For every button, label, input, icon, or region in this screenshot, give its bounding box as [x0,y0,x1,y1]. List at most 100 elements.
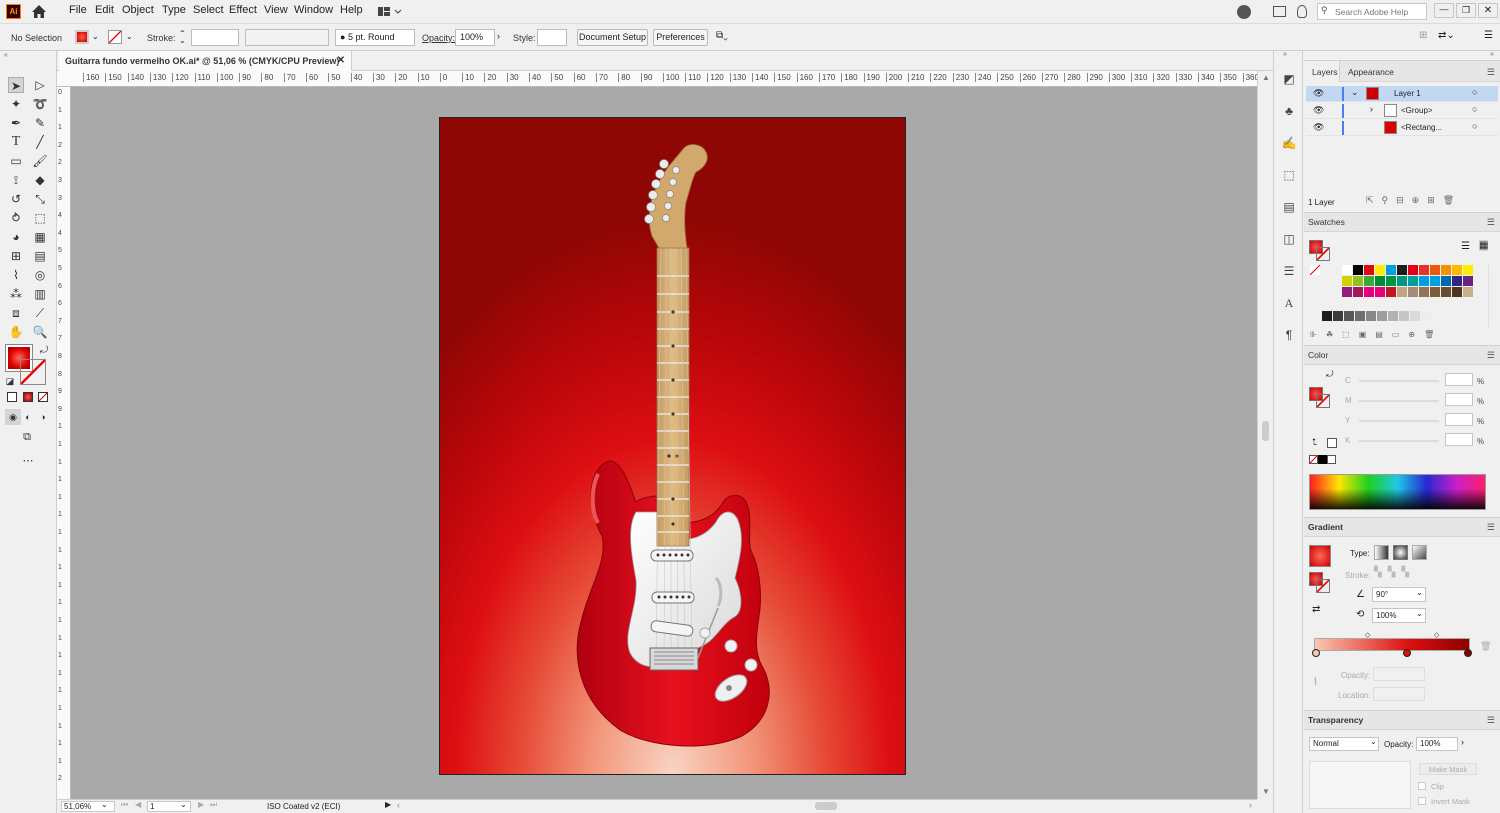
shape-builder-tool-icon[interactable]: ◕ [8,229,24,245]
shaper-tool-icon[interactable]: ⟟ [8,172,24,188]
status-menu-icon[interactable]: ▶ [385,800,391,809]
color-swatch[interactable] [1375,265,1385,275]
guitar-illustration[interactable] [440,118,907,776]
gradient-eyedropper-icon[interactable]: ⌇ [1313,677,1318,688]
channel-y-field[interactable] [1445,413,1473,426]
lasso-tool-icon[interactable]: ➰ [32,96,48,112]
color-swatch[interactable] [1463,276,1473,286]
next-artboard-icon[interactable]: ▶ [198,800,204,809]
layer-row[interactable]: 👁 <Rectang... ○ [1306,120,1498,136]
delete-stop-icon[interactable]: 🗑 [1480,641,1491,652]
color-swatch[interactable] [1397,276,1407,286]
reverse-gradient-icon[interactable]: ⇄ [1312,604,1320,615]
stroke-panel-icon[interactable]: ☰ [1281,263,1297,279]
menu-object[interactable]: Object [122,4,154,16]
eye-icon[interactable]: 👁 [1313,105,1324,116]
color-swatch[interactable] [1364,276,1374,286]
channel-m-field[interactable] [1445,393,1473,406]
color-swatch[interactable] [1408,265,1418,275]
restore-button[interactable]: ❐ [1456,3,1476,18]
color-swatch[interactable] [1452,287,1462,297]
panel-menu-icon[interactable]: ☰ [1487,522,1495,533]
none-color-swatch[interactable] [1309,455,1318,464]
type-tool-icon[interactable]: T [8,134,24,150]
color-swatch[interactable] [1364,265,1374,275]
direct-selection-tool-icon[interactable]: ▷ [32,77,48,93]
column-graph-tool-icon[interactable]: ▥ [32,286,48,302]
scroll-up-icon[interactable]: ▲ [1262,73,1270,82]
color-swatch[interactable] [1408,276,1418,286]
line-tool-icon[interactable]: ╱ [32,134,48,150]
stroke-gradient-options-icon[interactable]: ▚▚▚ [1374,567,1434,582]
stroke-swatch[interactable] [20,359,46,385]
none-mode-icon[interactable] [38,392,48,402]
invert-mask-checkbox[interactable] [1418,797,1426,805]
vertical-scrollbar[interactable]: ▲ ▼ [1257,71,1273,799]
zoom-tool-icon[interactable]: 🔍 [32,324,48,340]
workspace-switcher-icon[interactable] [378,6,402,18]
document-setup-button[interactable]: Document Setup [577,29,648,46]
tab-appearance[interactable]: Appearance [1348,67,1394,77]
clip-checkbox[interactable] [1418,782,1426,790]
channel-c-field[interactable] [1445,373,1473,386]
character-panel-icon[interactable]: A [1281,295,1297,311]
last-artboard-icon[interactable]: ⏭ [210,800,217,810]
rotate-tool-icon[interactable]: ↺ [8,191,24,207]
swatch-footer-icons[interactable]: ⊪☘⬚▣▤▭⊕🗑 [1310,330,1443,339]
swap-icon[interactable]: ⤾ [1326,369,1334,380]
horizontal-ruler[interactable]: 160 150 140 130 120 110 100 90 80 70 60 50 40 30 20 10 0… [57,71,1257,87]
chevron-down-icon[interactable]: ⌄ [180,800,187,809]
target-icon[interactable]: ○ [1472,87,1477,97]
stop-opacity-field[interactable] [1373,667,1425,681]
scale-tool-icon[interactable]: ⤡ [32,191,48,207]
layer-row[interactable]: 👁 › <Group> ○ [1306,103,1498,119]
transform-panel-icon[interactable]: ⬚ [1281,167,1297,183]
color-swatch[interactable] [1342,287,1352,297]
white-color-swatch[interactable] [1327,455,1336,464]
menu-edit[interactable]: Edit [95,4,114,16]
swatch-stroke-none[interactable] [1316,247,1330,261]
close-tab-icon[interactable]: ✕ [337,51,345,71]
panel-menu-icon[interactable]: ☰ [1484,30,1493,41]
pathfinder-icon[interactable]: ◫ [1281,231,1297,247]
color-swatch[interactable] [1386,276,1396,286]
symbol-sprayer-tool-icon[interactable]: ⁂ [8,286,24,302]
transparency-opacity-field[interactable]: 100% [1416,737,1458,751]
hand-tool-icon[interactable]: ✋ [8,324,24,340]
artboard[interactable] [439,117,906,775]
lightbulb-icon[interactable] [1297,5,1307,18]
chevron-down-icon[interactable]: ⌄ [92,32,99,41]
eye-icon[interactable]: 👁 [1313,88,1324,99]
artboard-tool-icon[interactable]: ⧈ [8,305,24,321]
gradient-stop[interactable] [1403,649,1411,657]
scroll-left-icon[interactable]: ‹ [397,800,400,810]
gray-swatch[interactable] [1399,311,1409,321]
color-swatch[interactable] [1463,265,1473,275]
horizontal-scroll-thumb[interactable] [815,802,837,810]
color-swatch[interactable] [1408,287,1418,297]
minimize-button[interactable]: — [1434,3,1454,18]
chevron-down-icon[interactable]: ⌄ [1351,87,1359,98]
color-swatch[interactable] [1441,265,1451,275]
layers-footer-icons[interactable]: ⇱⚲⊟⊕⊞🗑 [1366,195,1462,206]
pen-tool-icon[interactable]: ✒ [8,115,24,131]
gradient-preview-swatch[interactable] [1309,545,1331,567]
warp-tool-icon[interactable]: ⥁ [8,210,24,226]
eye-icon[interactable]: 👁 [1313,122,1324,133]
menu-file[interactable]: File [69,4,87,16]
gray-swatch[interactable] [1333,311,1343,321]
align-icon[interactable]: ⊞ [1419,30,1427,41]
selection-tool-icon[interactable]: ➤ [8,77,24,93]
channel-m-slider[interactable] [1359,400,1439,402]
panel-menu-icon[interactable]: ☰ [1487,67,1495,78]
gray-swatch[interactable] [1410,311,1420,321]
eyedropper-tool-icon[interactable]: ⌇ [8,267,24,283]
edit-toolbar-icon[interactable]: ⋯ [20,453,36,469]
chevron-down-icon[interactable]: ⌄ [1370,737,1377,746]
gradient-stop[interactable] [1464,649,1472,657]
color-swatch[interactable] [1419,276,1429,286]
color-swatch[interactable] [1397,287,1407,297]
arrange-documents-icon[interactable] [1273,6,1286,17]
perspective-grid-tool-icon[interactable]: ▦ [32,229,48,245]
web-safe-swatch[interactable] [1327,438,1337,448]
